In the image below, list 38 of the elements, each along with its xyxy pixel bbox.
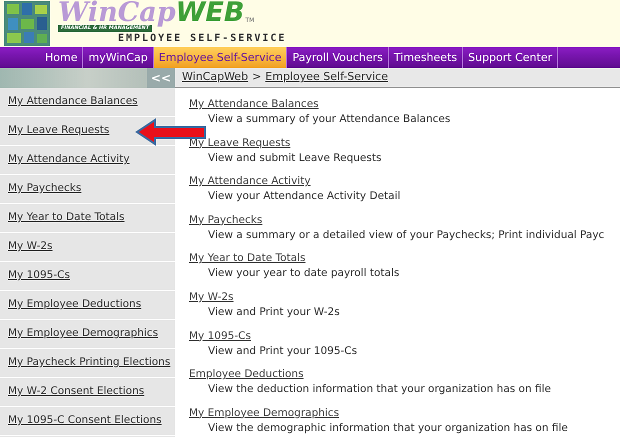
section-link[interactable]: Employee Deductions bbox=[189, 367, 304, 382]
sidebar-link[interactable]: My Year to Date Totals bbox=[8, 210, 124, 226]
logo-wordmark: WinCap bbox=[58, 0, 176, 25]
sidebar-link[interactable]: My Attendance Activity bbox=[8, 152, 130, 168]
logo-wordmark: WEB bbox=[176, 0, 244, 25]
section-description: View the demographic information that your organization has on file bbox=[207, 420, 568, 436]
sidebar-link[interactable]: My Employee Demographics bbox=[8, 326, 158, 342]
section-link[interactable]: My Attendance Balances bbox=[189, 97, 319, 112]
section-link[interactable]: My W-2s bbox=[189, 290, 234, 305]
section-link[interactable]: My Leave Requests bbox=[189, 136, 290, 151]
section-link[interactable]: My Paychecks bbox=[189, 212, 262, 228]
section-description: View and Print your 1095-Cs bbox=[207, 344, 358, 359]
section-description: View a summary of your Attendance Balances bbox=[207, 112, 450, 127]
section-description: View the deduction information that your organization has on file bbox=[207, 382, 551, 398]
sidebar-link[interactable]: My W-2s bbox=[8, 239, 53, 255]
section-description: View a summary or a detailed view of your Paychecks; Print individual Payc bbox=[207, 228, 604, 243]
sidebar-link[interactable]: My W-2 Consent Elections bbox=[8, 384, 144, 400]
section-link[interactable]: My Employee Demographics bbox=[189, 406, 340, 421]
sidebar-link[interactable]: My Leave Requests bbox=[8, 123, 110, 139]
sidebar-link[interactable]: My Paycheck Printing Elections bbox=[8, 355, 170, 371]
section-description: View your Attendance Activity Detail bbox=[207, 189, 400, 204]
sidebar-link[interactable]: My 1095-C Consent Elections bbox=[8, 413, 162, 429]
breadcrumb-link[interactable]: WinCapWeb bbox=[182, 69, 248, 86]
section-link[interactable]: My Attendance Activity bbox=[189, 174, 311, 190]
sidebar-link[interactable]: My 1095-Cs bbox=[8, 268, 70, 284]
logo-subtitle: EMPLOYEE SELF-SERVICE bbox=[118, 32, 286, 45]
section-description: View and submit Leave Requests bbox=[207, 150, 382, 166]
sidebar-link[interactable]: My Paychecks bbox=[8, 181, 82, 197]
section-description: View your year to date payroll totals bbox=[207, 266, 400, 282]
breadcrumb-link[interactable]: Employee Self-Service bbox=[265, 69, 388, 86]
sidebar-link[interactable]: My Employee Deductions bbox=[8, 297, 142, 313]
breadcrumb-separator: > bbox=[252, 69, 262, 86]
section-link[interactable]: My Year to Date Totals bbox=[189, 251, 306, 266]
sidebar-link[interactable]: My Attendance Balances bbox=[8, 94, 138, 110]
logo-icon bbox=[4, 1, 50, 46]
nav-tab[interactable]: Employee Self-Service bbox=[154, 47, 288, 68]
section-description: View and Print your W-2s bbox=[207, 304, 340, 320]
section-link[interactable]: My 1095-Cs bbox=[189, 328, 251, 344]
